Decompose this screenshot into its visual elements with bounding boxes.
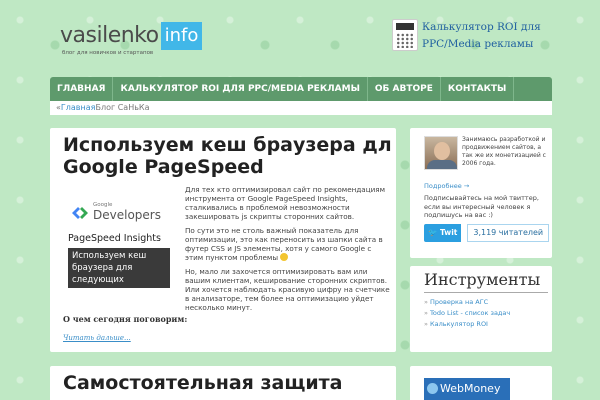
webmoney-widget: WebMoney [410, 366, 552, 400]
post-title-line1: Используем кеш браузера дл [63, 134, 392, 156]
smile-icon [280, 253, 289, 261]
logo-info-box: info [160, 22, 203, 50]
tool-link-ags-check[interactable]: Проверка на АГС [424, 297, 550, 308]
site-logo[interactable]: vasilenko info блог для новичков и старта… [60, 22, 203, 62]
roi-promo-line2: PPC/Media рекламы [422, 38, 534, 50]
post-excerpt: Для тех кто оптимизировал сайт по рекоме… [185, 185, 390, 317]
twitter-follower-count: 3,119 читателей [467, 224, 550, 242]
author-bio: Занимаюсь разработкой и продвижением сай… [462, 136, 546, 167]
tool-link-todo-list[interactable]: Todo List - список задач [424, 308, 550, 319]
author-avatar [424, 136, 458, 170]
pagespeed-insights-label: PageSpeed Insights [68, 233, 161, 244]
roi-calculator-promo[interactable]: Калькулятор ROI для PPC/Media рекламы [392, 19, 552, 59]
webmoney-label: WebMoney [440, 382, 501, 395]
nav-item-contacts[interactable]: КОНТАКТЫ [441, 77, 515, 101]
tool-link-roi-calculator[interactable]: Калькулятор ROI [424, 319, 550, 330]
nav-item-home[interactable]: ГЛАВНАЯ [50, 77, 114, 101]
thumbnail-caption: Используем кеш браузера для следующих ре… [68, 248, 170, 297]
twitter-follow[interactable]: 🐦 Twit 3,119 читателей [424, 224, 550, 242]
tools-title: Инструменты [424, 270, 541, 289]
logo-tagline: блог для новичков и стартапов [62, 50, 154, 56]
webmoney-globe-icon [427, 383, 438, 394]
post-thumbnail[interactable]: Google Developers PageSpeed Insights Исп… [66, 194, 170, 297]
webmoney-banner[interactable]: WebMoney [424, 378, 510, 400]
main-nav: ГЛАВНАЯ КАЛЬКУЛЯТОР ROI ДЛЯ PPC/MEDIA РЕ… [50, 77, 552, 101]
google-developers-icon [72, 207, 88, 219]
nav-item-about[interactable]: ОБ АВТОРЕ [368, 77, 441, 101]
google-developers-logo: Google Developers [70, 200, 168, 226]
twitter-bird-icon: 🐦 [428, 228, 438, 237]
tools-divider [424, 292, 548, 293]
tools-list: Проверка на АГС Todo List - список задач… [424, 297, 550, 330]
calculator-icon [392, 19, 418, 51]
twitter-subscribe-text: Подписывайтесь на мой твиттер, если вы и… [424, 194, 539, 219]
author-widget: Занимаюсь разработкой и продвижением сай… [410, 128, 552, 258]
breadcrumb: «ГлавнаяБлог СаНьКа [50, 101, 552, 115]
post-title-line2: Google PageSpeed [63, 156, 264, 178]
breadcrumb-home-link[interactable]: Главная [61, 103, 96, 112]
excerpt-paragraph-2: По сути это не столь важный показатель д… [185, 226, 390, 262]
breadcrumb-current: Блог СаНьКа [95, 103, 150, 112]
post2-title[interactable]: Самостоятельная защита [63, 372, 342, 394]
logo-text: vasilenko [60, 23, 159, 48]
post-title[interactable]: Используем кеш браузера дл Google PageSp… [63, 134, 393, 178]
tools-widget: Инструменты Проверка на АГС Todo List - … [410, 266, 552, 352]
post-card: Используем кеш браузера дл Google PageSp… [50, 128, 396, 352]
roi-promo-text[interactable]: Калькулятор ROI для PPC/Media рекламы [422, 19, 541, 53]
roi-promo-line1: Калькулятор ROI для [422, 21, 541, 33]
excerpt-paragraph-1: Для тех кто оптимизировал сайт по рекоме… [185, 185, 386, 221]
author-more-link[interactable]: Подробнее → [424, 182, 469, 190]
post-card-2: Самостоятельная защита [50, 366, 396, 400]
twitter-button[interactable]: 🐦 Twit [424, 224, 462, 242]
twitter-button-label: Twit [439, 228, 458, 237]
post-toc-heading: О чем сегодня поговорим: [63, 314, 188, 324]
nav-item-roi-calculator[interactable]: КАЛЬКУЛЯТОР ROI ДЛЯ PPC/MEDIA РЕКЛАМЫ [113, 77, 368, 101]
excerpt-paragraph-3: Но, мало ли захочется оптимизировать вам… [185, 267, 390, 312]
read-more-link[interactable]: Читать дальше... [63, 334, 131, 342]
developers-label: Developers [93, 208, 161, 222]
